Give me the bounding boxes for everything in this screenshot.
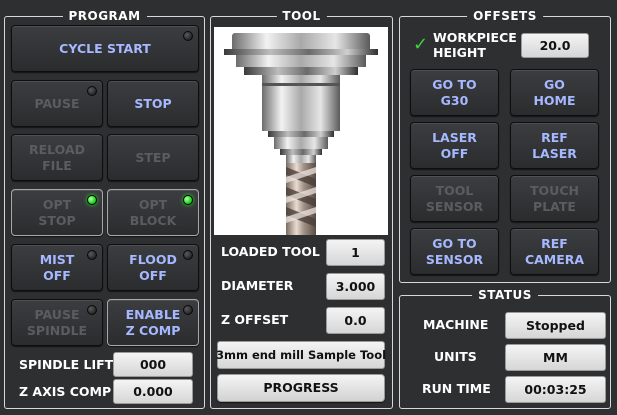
diameter-input[interactable]: 3.000 <box>326 273 385 300</box>
tool-panel-title: TOOL <box>276 8 327 24</box>
go-to-sensor-label: GO TO SENSOR <box>425 235 484 267</box>
ref-laser-button[interactable]: REF LASER <box>510 122 599 169</box>
flood-led <box>183 250 193 260</box>
spindle-lift-label: SPINDLE LIFT <box>19 357 114 372</box>
cycle-start-button[interactable]: CYCLE START <box>11 25 199 72</box>
opt-stop-button[interactable]: OPT STOP <box>11 189 103 236</box>
ref-camera-label: REF CAMERA <box>524 235 585 267</box>
diameter-label: DIAMETER <box>221 278 294 293</box>
pause-spindle-label: PAUSE SPINDLE <box>26 306 88 338</box>
step-button[interactable]: STEP <box>107 134 199 181</box>
pause-led <box>87 86 97 96</box>
pause-label: PAUSE <box>34 95 80 111</box>
go-to-g30-button[interactable]: GO TO G30 <box>410 69 499 116</box>
pause-spindle-led <box>87 305 97 315</box>
loaded-tool-label: LOADED TOOL <box>221 244 320 259</box>
cycle-start-label: CYCLE START <box>59 40 151 56</box>
workpiece-height-checkbox[interactable]: ✓ <box>413 36 428 54</box>
opt-stop-label: OPT STOP <box>38 196 76 228</box>
go-home-button[interactable]: GO HOME <box>510 69 599 116</box>
progress-button[interactable]: PROGRESS <box>217 374 385 402</box>
laser-off-label: LASER OFF <box>432 129 477 161</box>
run-time-value: 00:03:25 <box>505 376 606 403</box>
mist-off-button[interactable]: MIST OFF <box>11 244 103 291</box>
enable-z-comp-label: ENABLE Z COMP <box>125 306 181 338</box>
tool-sensor-button[interactable]: TOOL SENSOR <box>410 175 499 222</box>
stop-label: STOP <box>134 95 172 111</box>
workpiece-height-input[interactable]: 20.0 <box>521 33 589 58</box>
touch-plate-label: TOUCH PLATE <box>530 182 579 214</box>
flood-off-label: FLOOD OFF <box>129 251 177 283</box>
ref-camera-button[interactable]: REF CAMERA <box>510 228 599 275</box>
z-axis-comp-input[interactable]: 0.000 <box>113 379 193 404</box>
enable-z-comp-button[interactable]: ENABLE Z COMP <box>107 299 199 346</box>
step-label: STEP <box>135 149 171 165</box>
units-value: MM <box>505 344 606 371</box>
units-label: UNITS <box>434 349 477 364</box>
laser-off-button[interactable]: LASER OFF <box>410 122 499 169</box>
go-home-label: GO HOME <box>533 76 576 108</box>
reload-file-button[interactable]: RELOAD FILE <box>11 134 103 181</box>
mist-led <box>87 250 97 260</box>
tool-description-field[interactable]: 3mm end mill Sample Tool <box>216 341 386 369</box>
program-panel-title: PROGRAM <box>62 8 147 24</box>
flood-off-button[interactable]: FLOOD OFF <box>107 244 199 291</box>
touch-plate-button[interactable]: TOUCH PLATE <box>510 175 599 222</box>
mist-off-label: MIST OFF <box>39 251 75 283</box>
stop-button[interactable]: STOP <box>107 80 199 127</box>
machine-status-value: Stopped <box>505 312 606 339</box>
opt-block-label: OPT BLOCK <box>129 196 177 228</box>
ref-laser-label: REF LASER <box>532 129 577 161</box>
z-comp-led <box>183 305 193 315</box>
reload-file-label: RELOAD FILE <box>28 141 86 173</box>
go-to-g30-label: GO TO G30 <box>432 76 477 108</box>
status-panel-title: STATUS <box>472 287 538 303</box>
opt-block-led <box>183 195 193 205</box>
spindle-lift-input[interactable]: 000 <box>113 352 193 377</box>
offsets-panel-title: OFFSETS <box>467 8 543 24</box>
pause-spindle-button[interactable]: PAUSE SPINDLE <box>11 299 103 346</box>
tool-sensor-label: TOOL SENSOR <box>425 182 484 214</box>
progress-label: PROGRESS <box>263 380 339 395</box>
z-offset-input[interactable]: 0.0 <box>326 307 385 334</box>
workpiece-height-label: WORKPIECE HEIGHT <box>433 30 517 60</box>
opt-stop-led <box>87 195 97 205</box>
opt-block-button[interactable]: OPT BLOCK <box>107 189 199 236</box>
end-mill-tool-image <box>214 27 388 235</box>
go-to-sensor-button[interactable]: GO TO SENSOR <box>410 228 499 275</box>
cycle-start-led <box>183 31 193 41</box>
pause-button[interactable]: PAUSE <box>11 80 103 127</box>
run-time-label: RUN TIME <box>422 381 491 396</box>
machine-label: MACHINE <box>423 317 489 332</box>
z-axis-comp-label: Z AXIS COMP <box>19 384 112 399</box>
loaded-tool-input[interactable]: 1 <box>326 239 385 266</box>
z-offset-label: Z OFFSET <box>221 312 289 327</box>
